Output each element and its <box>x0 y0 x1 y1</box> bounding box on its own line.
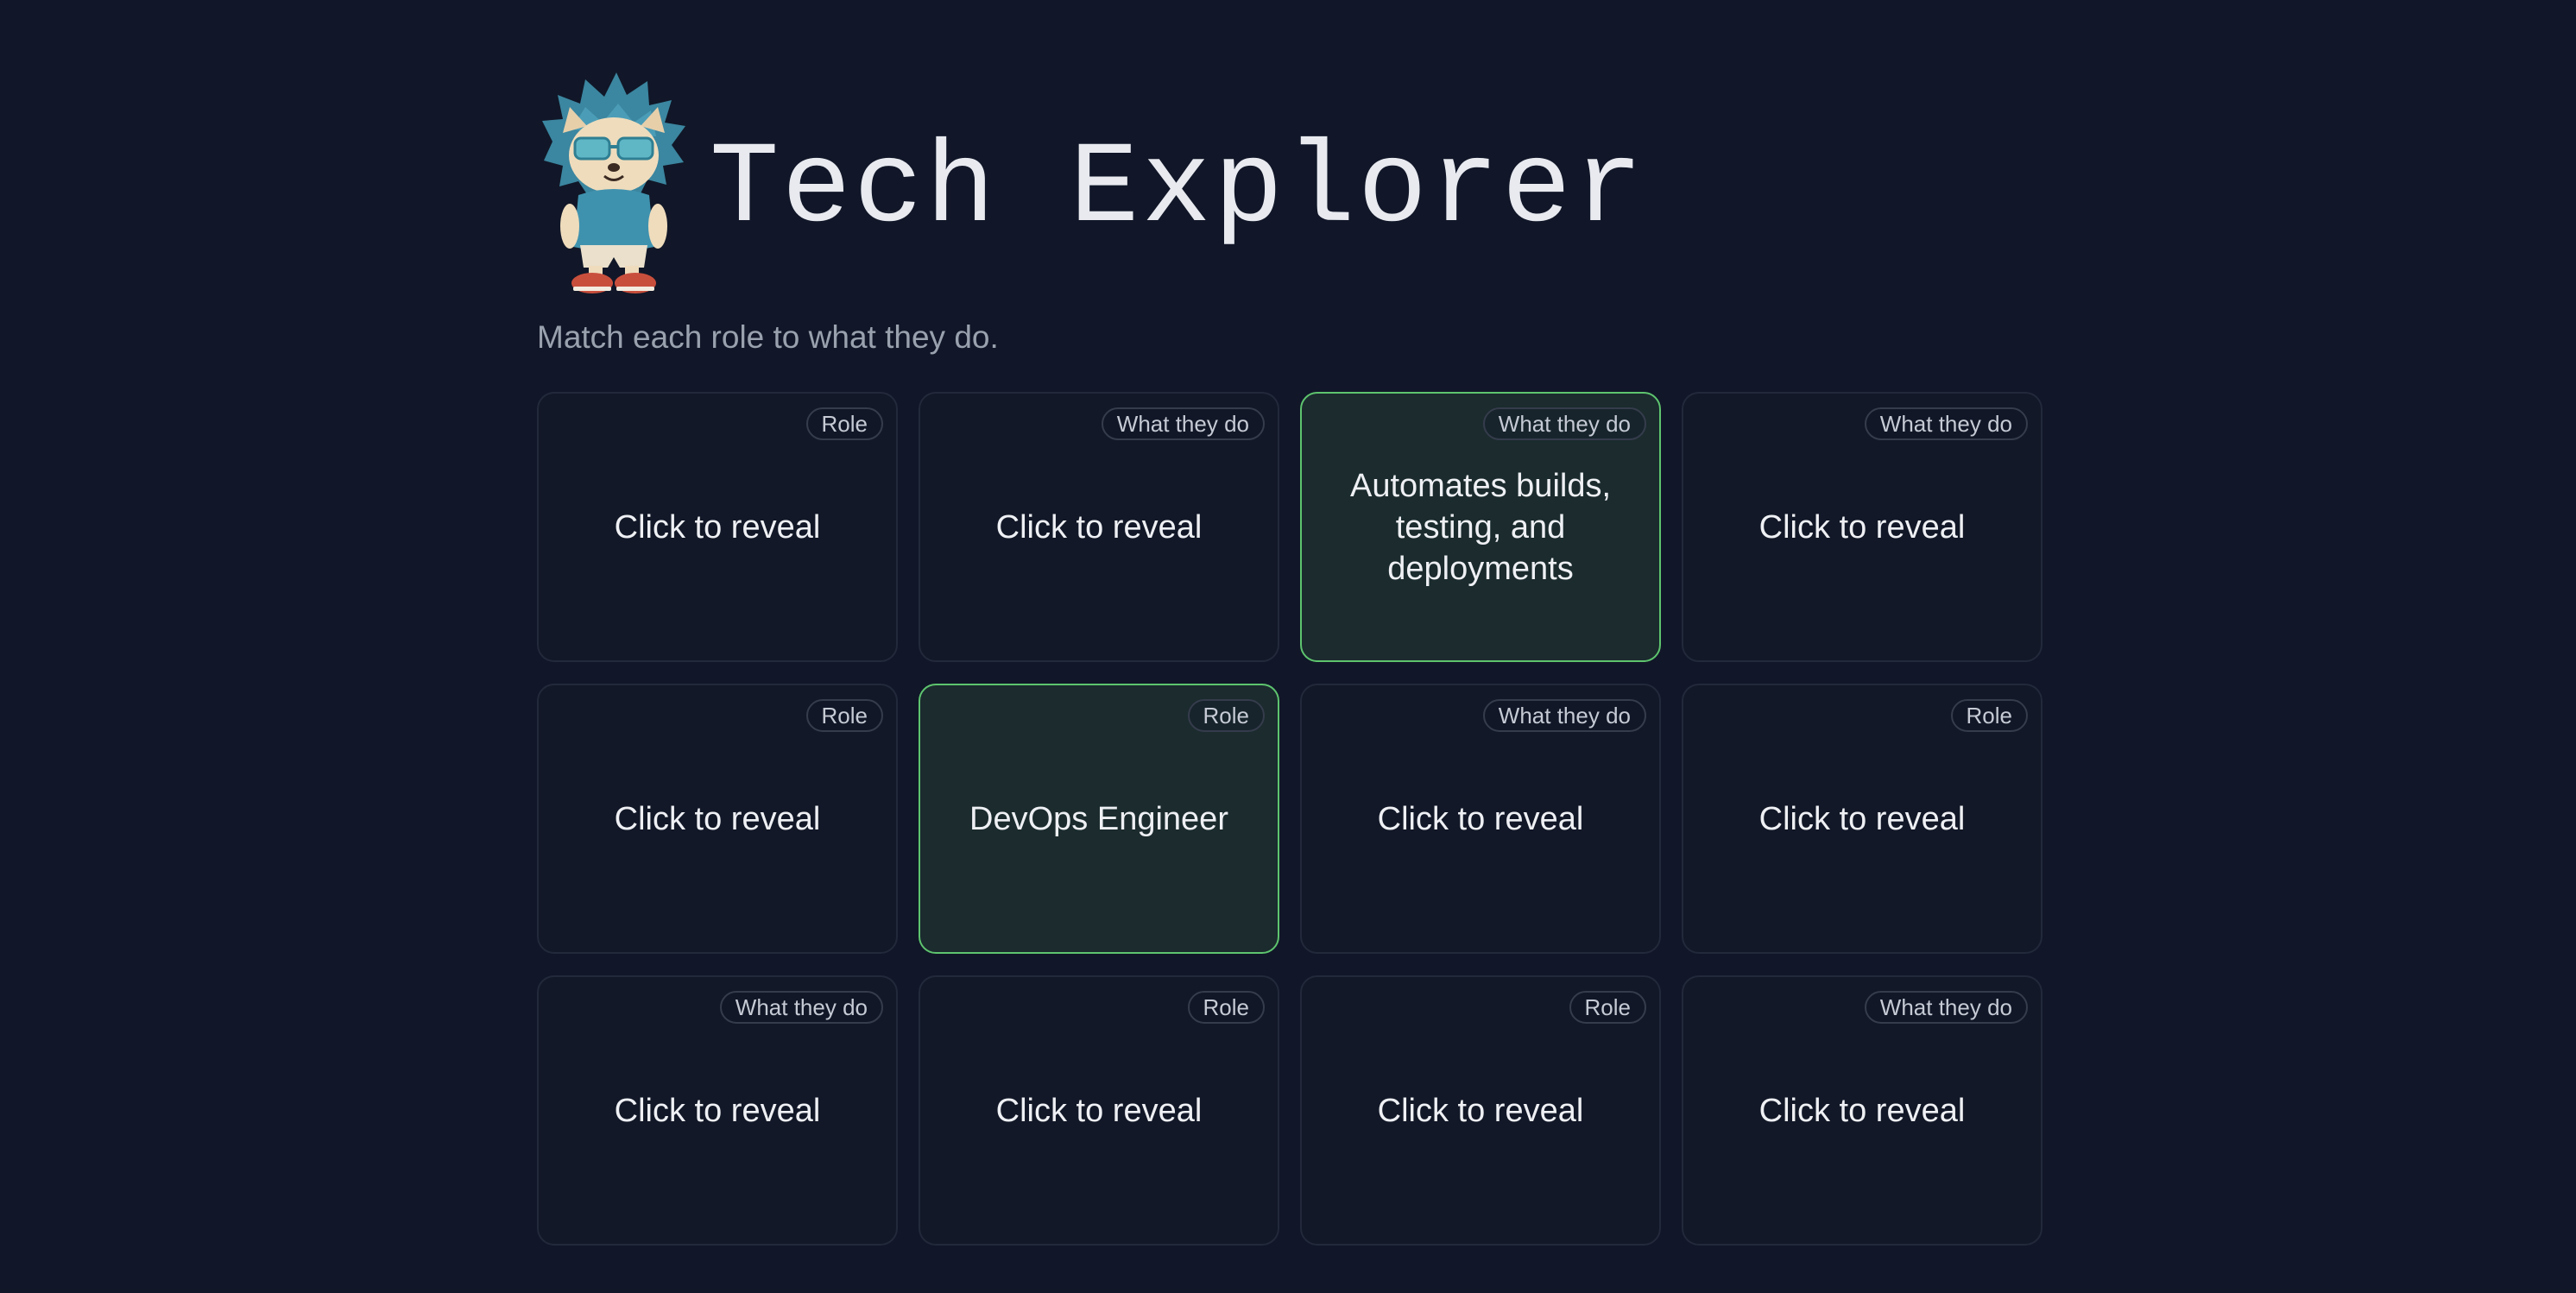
page-title: Tech Explorer <box>710 124 1646 255</box>
card-type-badge: What they do <box>1482 407 1646 440</box>
page-header: Tech Explorer <box>537 69 2044 295</box>
card-text: Click to reveal <box>1377 800 1584 837</box>
card-type-badge: Role <box>805 407 883 440</box>
card-text: Click to reveal <box>995 508 1203 546</box>
card-type-badge: What they do <box>1482 699 1646 732</box>
card-type-badge: Role <box>1950 699 2028 732</box>
card-text: Automates builds, testing, and deploymen… <box>1349 467 1612 587</box>
memory-card-revealed[interactable]: What they do Automates builds, testing, … <box>1300 392 1661 662</box>
memory-card[interactable]: Role Click to reveal <box>1300 975 1661 1246</box>
memory-card[interactable]: Role Click to reveal <box>537 392 898 662</box>
card-type-badge: What they do <box>719 991 883 1024</box>
card-text: Click to reveal <box>1758 800 1966 837</box>
card-text: Click to reveal <box>1758 1092 1966 1129</box>
card-type-badge: What they do <box>1864 407 2028 440</box>
card-type-badge: Role <box>805 699 883 732</box>
instructions-text: Match each role to what they do. <box>537 319 999 355</box>
page-container: Tech Explorer Match each role to what th… <box>537 69 2044 1246</box>
card-text: Click to reveal <box>614 1092 821 1129</box>
memory-card-revealed[interactable]: Role DevOps Engineer <box>919 684 1279 954</box>
card-text: DevOps Engineer <box>969 800 1228 837</box>
memory-card[interactable]: What they do Click to reveal <box>919 392 1279 662</box>
memory-card[interactable]: What they do Click to reveal <box>537 975 898 1246</box>
card-grid: Role Click to reveal What they do Click … <box>537 392 2042 1246</box>
card-type-badge: What they do <box>1864 991 2028 1024</box>
memory-card[interactable]: What they do Click to reveal <box>1300 684 1661 954</box>
card-type-badge: What they do <box>1101 407 1265 440</box>
card-text: Click to reveal <box>614 508 821 546</box>
memory-card[interactable]: Role Click to reveal <box>919 975 1279 1246</box>
memory-card[interactable]: Role Click to reveal <box>537 684 898 954</box>
card-type-badge: Role <box>1569 991 1646 1024</box>
memory-card[interactable]: Role Click to reveal <box>1682 684 2042 954</box>
card-type-badge: Role <box>1187 991 1265 1024</box>
memory-card[interactable]: What they do Click to reveal <box>1682 392 2042 662</box>
card-text: Click to reveal <box>995 1092 1203 1129</box>
card-type-badge: Role <box>1187 699 1265 732</box>
card-text: Click to reveal <box>1758 508 1966 546</box>
card-text: Click to reveal <box>1377 1092 1584 1129</box>
memory-card[interactable]: What they do Click to reveal <box>1682 975 2042 1246</box>
hedgehog-mascot-icon <box>542 73 685 293</box>
card-text: Click to reveal <box>614 800 821 837</box>
